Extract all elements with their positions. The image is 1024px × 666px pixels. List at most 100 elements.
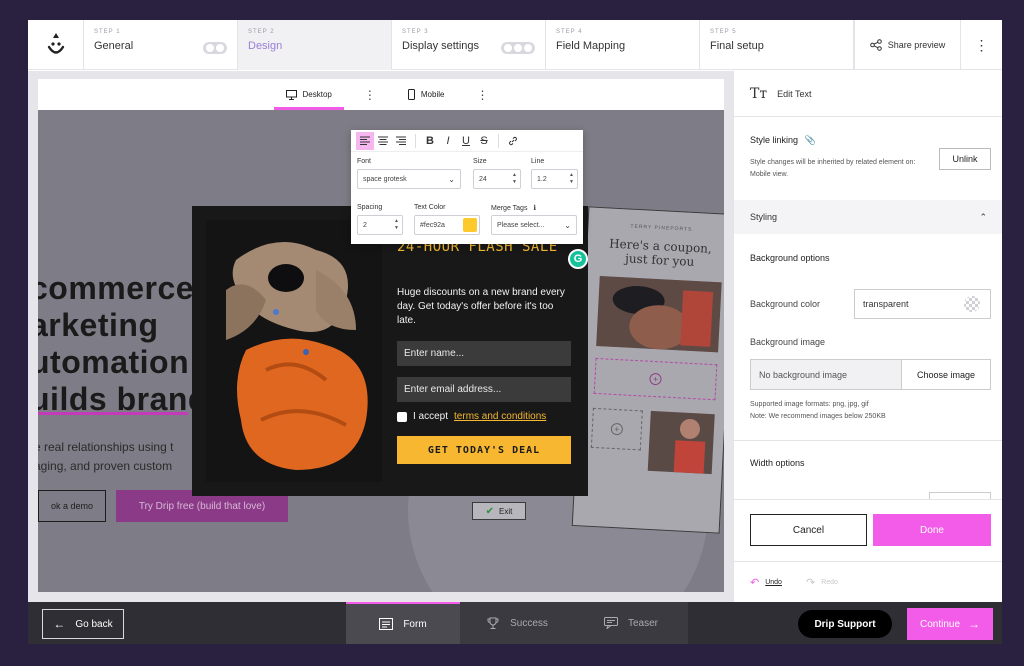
hero-subtext: e real relationships using t bbox=[38, 440, 174, 454]
size-label: Size bbox=[473, 158, 487, 165]
step-field-mapping[interactable]: STEP 4 Field Mapping bbox=[546, 20, 700, 70]
tab-teaser[interactable]: Teaser bbox=[574, 602, 688, 644]
underline-icon[interactable]: U bbox=[457, 132, 475, 150]
font-select[interactable]: space grotesk ⌄ bbox=[357, 169, 461, 189]
step-final-setup[interactable]: STEP 5 Final setup bbox=[700, 20, 854, 70]
mini-exit-label: Exit bbox=[499, 506, 513, 516]
stepper-arrows-icon[interactable]: ▲ ▼ bbox=[569, 172, 574, 186]
line-height-stepper[interactable]: 1.2 ▲ ▼ bbox=[531, 169, 578, 189]
arrow-left-icon: ← bbox=[53, 617, 66, 631]
color-swatch[interactable] bbox=[463, 218, 477, 232]
consent-checkbox[interactable] bbox=[397, 411, 407, 422]
arrow-right-icon: → bbox=[968, 617, 981, 631]
tab-success[interactable]: Success bbox=[460, 602, 574, 644]
desktop-label: Desktop bbox=[302, 90, 332, 99]
popup-hero-image bbox=[206, 220, 382, 482]
unlink-button[interactable]: Unlink bbox=[939, 148, 991, 170]
more-options-icon[interactable]: ⋮ bbox=[960, 20, 1002, 70]
popup-name-input[interactable]: Enter name... bbox=[397, 341, 571, 366]
hero-line: arketing bbox=[38, 307, 159, 343]
background-color-label: Background color bbox=[750, 299, 821, 309]
redo-icon: ↷ bbox=[806, 577, 816, 589]
book-demo-button[interactable]: ok a demo bbox=[38, 490, 106, 522]
text-format-toolbar: B I U S Font space grotesk ⌄ Size 24 ▲ ▼ … bbox=[351, 130, 583, 244]
popup-body-text[interactable]: Huge discounts on a new brand every day.… bbox=[397, 286, 569, 328]
styling-section-header[interactable]: Styling ⌃ bbox=[734, 200, 1002, 234]
undo-button[interactable]: ↶ Undo bbox=[750, 576, 782, 589]
coupon-slot[interactable]: + bbox=[590, 407, 643, 451]
hero-line: utomation bbox=[38, 344, 190, 380]
coupon-photo-image bbox=[596, 276, 722, 353]
step-status-toggle bbox=[501, 42, 535, 54]
merge-tags-text: Merge Tags bbox=[491, 205, 528, 212]
redo-button[interactable]: ↷ Redo bbox=[806, 576, 838, 589]
step-general[interactable]: STEP 1 General bbox=[84, 20, 238, 70]
line-value: 1.2 bbox=[537, 175, 547, 183]
popup-consent[interactable]: I accept terms and conditions bbox=[397, 411, 546, 422]
spacing-stepper[interactable]: 2 ▲ ▼ bbox=[357, 215, 403, 235]
step-number: STEP 1 bbox=[94, 29, 121, 35]
go-back-button[interactable]: ← Go back bbox=[42, 609, 124, 639]
popup-form: 24-HOUR FLASH SALE Huge discounts on a n… bbox=[192, 206, 588, 496]
background-image-label: Background image bbox=[750, 337, 826, 347]
bottom-bar: ← Go back Form Success Teaser Drip Suppo… bbox=[28, 602, 1002, 644]
chevron-up-icon[interactable]: ⌃ bbox=[979, 212, 987, 223]
tab-desktop[interactable]: Desktop bbox=[273, 79, 345, 110]
merge-tags-select[interactable]: Please select... ⌄ bbox=[491, 215, 577, 235]
link-icon[interactable] bbox=[504, 132, 522, 150]
tab-success-label: Success bbox=[510, 617, 548, 629]
continue-button[interactable]: Continue → bbox=[907, 608, 993, 640]
coupon-drop-zone[interactable]: + bbox=[593, 357, 718, 401]
grammarly-icon[interactable]: G bbox=[568, 249, 588, 269]
paperclip-icon: 📎 bbox=[804, 135, 816, 145]
step-title: Field Mapping bbox=[556, 40, 626, 52]
done-button[interactable]: Done bbox=[873, 514, 991, 546]
get-deal-button[interactable]: GET TODAY'S DEAL bbox=[397, 436, 571, 464]
cancel-button[interactable]: Cancel bbox=[750, 514, 867, 546]
stepper-arrows-icon[interactable]: ▲ ▼ bbox=[512, 172, 517, 186]
size-stepper[interactable]: 24 ▲ ▼ bbox=[473, 169, 521, 189]
text-color-picker[interactable]: #fec92a bbox=[414, 215, 480, 235]
background-color-value: transparent bbox=[863, 299, 909, 309]
strikethrough-icon[interactable]: S bbox=[475, 132, 493, 150]
font-value: space grotesk bbox=[363, 175, 407, 183]
step-design[interactable]: STEP 2 Design bbox=[238, 20, 392, 70]
drip-logo[interactable] bbox=[28, 20, 84, 70]
add-element-icon[interactable]: + bbox=[649, 372, 662, 386]
italic-icon[interactable]: I bbox=[439, 132, 457, 150]
desktop-options-icon[interactable]: ⋮ bbox=[364, 88, 376, 102]
mobile-label: Mobile bbox=[420, 90, 445, 99]
clothing-photo bbox=[206, 220, 382, 482]
background-image-field: No background image bbox=[750, 359, 902, 390]
info-icon[interactable]: ℹ bbox=[533, 205, 536, 212]
terms-link[interactable]: terms and conditions bbox=[454, 411, 546, 422]
align-right-icon[interactable] bbox=[392, 132, 410, 150]
background-color-field[interactable]: transparent bbox=[854, 289, 991, 319]
chevron-down-icon: ⌄ bbox=[564, 221, 571, 230]
line-label: Line bbox=[531, 158, 545, 165]
style-linking-text: Style linking bbox=[750, 135, 799, 145]
mobile-options-icon[interactable]: ⋮ bbox=[476, 88, 488, 102]
coupon-thumbnail bbox=[647, 410, 715, 475]
transparent-swatch-icon[interactable] bbox=[964, 296, 980, 312]
section-divider bbox=[734, 440, 1002, 441]
coupon-title: Here's a coupon, just for you bbox=[608, 236, 713, 269]
tab-mobile[interactable]: Mobile bbox=[396, 79, 457, 110]
add-element-icon[interactable]: + bbox=[610, 422, 624, 436]
align-left-icon[interactable] bbox=[356, 131, 374, 150]
share-preview-label: Share preview bbox=[887, 40, 946, 50]
stepper-arrows-icon[interactable]: ▲ ▼ bbox=[394, 218, 399, 232]
choose-image-button[interactable]: Choose image bbox=[901, 359, 991, 390]
bold-icon[interactable]: B bbox=[421, 132, 439, 150]
popup-email-input[interactable]: Enter email address... bbox=[397, 377, 571, 402]
align-center-icon[interactable] bbox=[374, 132, 392, 150]
step-number: STEP 5 bbox=[710, 29, 737, 35]
text-color-label: Text Color bbox=[414, 204, 446, 211]
step-display-settings[interactable]: STEP 3 Display settings bbox=[392, 20, 546, 70]
drip-support-button[interactable]: Drip Support bbox=[798, 610, 892, 638]
share-preview-button[interactable]: Share preview bbox=[854, 20, 960, 70]
tab-form[interactable]: Form bbox=[346, 602, 460, 644]
font-label: Font bbox=[357, 158, 372, 165]
coupon-thumbnail-image bbox=[673, 418, 706, 474]
coupon-preview-card: TERRY PINEPORTS Here's a coupon, just fo… bbox=[571, 206, 724, 534]
